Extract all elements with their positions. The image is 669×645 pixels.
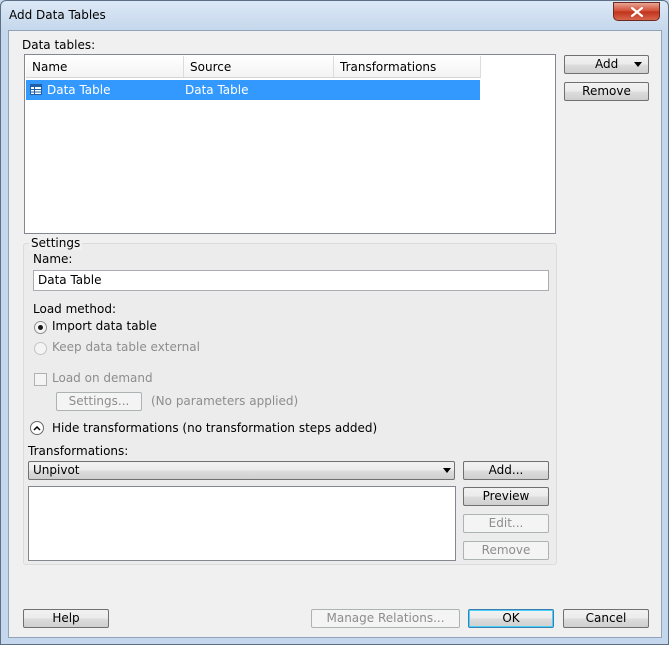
help-button[interactable]: Help — [23, 609, 109, 628]
load-method-label: Load method: — [33, 302, 116, 316]
data-tables-label: Data tables: — [22, 38, 96, 52]
transformation-select[interactable]: Unpivot — [28, 461, 455, 480]
import-radio-label: Import data table — [52, 319, 157, 333]
add-button[interactable]: Add — [564, 55, 649, 74]
add-button-label: Add — [595, 57, 619, 71]
ok-button[interactable]: OK — [468, 609, 554, 628]
column-header-source[interactable]: Source — [184, 56, 334, 77]
column-header-transformations[interactable]: Transformations — [334, 56, 481, 77]
settings-button[interactable]: Settings... — [56, 392, 142, 411]
chevron-down-icon — [443, 468, 451, 473]
external-radio-label: Keep data table external — [52, 340, 200, 354]
parameters-status: (No parameters applied) — [151, 394, 299, 408]
column-header-name[interactable]: Name — [26, 56, 184, 77]
table-row[interactable]: Data Table Data Table — [26, 80, 480, 100]
title-bar[interactable]: Add Data Tables — [1, 1, 668, 30]
transformation-selected-value: Unpivot — [33, 463, 80, 477]
table-icon — [30, 84, 42, 95]
dialog-body: Data tables: Name Source Transformations… — [8, 30, 662, 638]
row-name: Data Table — [47, 83, 111, 97]
load-on-demand-checkbox[interactable] — [34, 373, 47, 386]
manage-relations-button[interactable]: Manage Relations... — [311, 609, 460, 628]
data-tables-list[interactable]: Name Source Transformations Data Table D… — [24, 54, 556, 234]
window-title: Add Data Tables — [9, 8, 106, 22]
load-on-demand-label: Load on demand — [52, 371, 153, 385]
edit-button[interactable]: Edit... — [463, 514, 549, 533]
name-label: Name: — [33, 252, 73, 266]
transformation-remove-button[interactable]: Remove — [463, 541, 549, 560]
transformation-add-button[interactable]: Add... — [463, 461, 549, 480]
name-field[interactable]: Data Table — [33, 270, 549, 291]
preview-button[interactable]: Preview — [463, 487, 549, 506]
import-radio[interactable] — [34, 321, 47, 334]
chevron-up-icon — [33, 425, 41, 431]
settings-group-title: Settings — [29, 236, 83, 250]
transformations-label: Transformations: — [28, 444, 129, 458]
remove-button[interactable]: Remove — [564, 82, 649, 101]
close-icon — [631, 7, 643, 17]
cancel-button[interactable]: Cancel — [563, 609, 649, 628]
transformations-list[interactable] — [28, 486, 456, 561]
dropdown-arrow-icon — [634, 62, 642, 67]
list-header: Name Source Transformations — [26, 56, 481, 78]
close-button[interactable] — [613, 2, 660, 21]
hide-transformations-toggle[interactable] — [30, 421, 44, 435]
hide-transformations-label: Hide transformations (no transformation … — [52, 421, 378, 435]
external-radio[interactable] — [34, 342, 47, 355]
row-source: Data Table — [185, 83, 249, 97]
add-data-tables-dialog: Add Data Tables Data tables: Name Source… — [0, 0, 669, 645]
